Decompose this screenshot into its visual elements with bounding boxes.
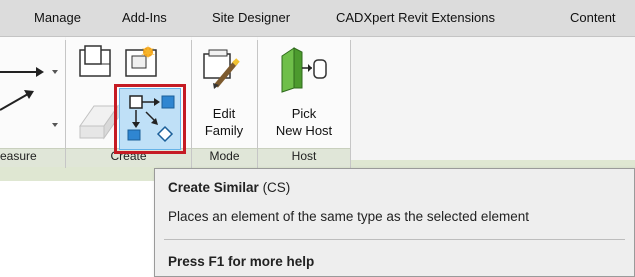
panel-separator: [350, 40, 351, 168]
pick-new-host-label-line1: Pick: [291, 106, 317, 121]
edit-family-label-line1: Edit: [212, 106, 236, 121]
tooltip-title-line: Create Similar (CS): [168, 180, 290, 195]
panel-label-measure: easure: [0, 149, 37, 163]
measure-tools-icon[interactable]: [0, 50, 65, 140]
tab-cadxpert-revit-extensions[interactable]: CADXpert Revit Extensions: [336, 10, 495, 25]
tab-add-ins[interactable]: Add-Ins: [122, 10, 167, 25]
tooltip: Create Similar (CS) Places an element of…: [154, 168, 635, 277]
edit-family-icon[interactable]: [200, 46, 246, 94]
tooltip-shortcut: (CS): [262, 180, 291, 195]
pick-new-host-label-line2: New Host: [275, 123, 333, 138]
tooltip-help: Press F1 for more help: [168, 254, 315, 269]
edit-family-label-line2: Family: [204, 123, 244, 138]
panel-label-mode: Mode: [209, 149, 240, 163]
tab-manage[interactable]: Manage: [34, 10, 81, 25]
ribbon-tab-bar: Manage Add-Ins Site Designer CADXpert Re…: [0, 0, 635, 37]
tooltip-divider: [164, 239, 625, 240]
tooltip-title: Create Similar: [168, 180, 259, 195]
tooltip-description: Places an element of the same type as th…: [168, 209, 529, 224]
tab-content[interactable]: Content: [570, 10, 616, 25]
pick-new-host-icon[interactable]: [278, 44, 332, 96]
panel-label-host: Host: [291, 149, 317, 163]
create-part-icons[interactable]: [74, 42, 184, 82]
tab-site-designer[interactable]: Site Designer: [212, 10, 290, 25]
highlight-box: [114, 84, 186, 154]
